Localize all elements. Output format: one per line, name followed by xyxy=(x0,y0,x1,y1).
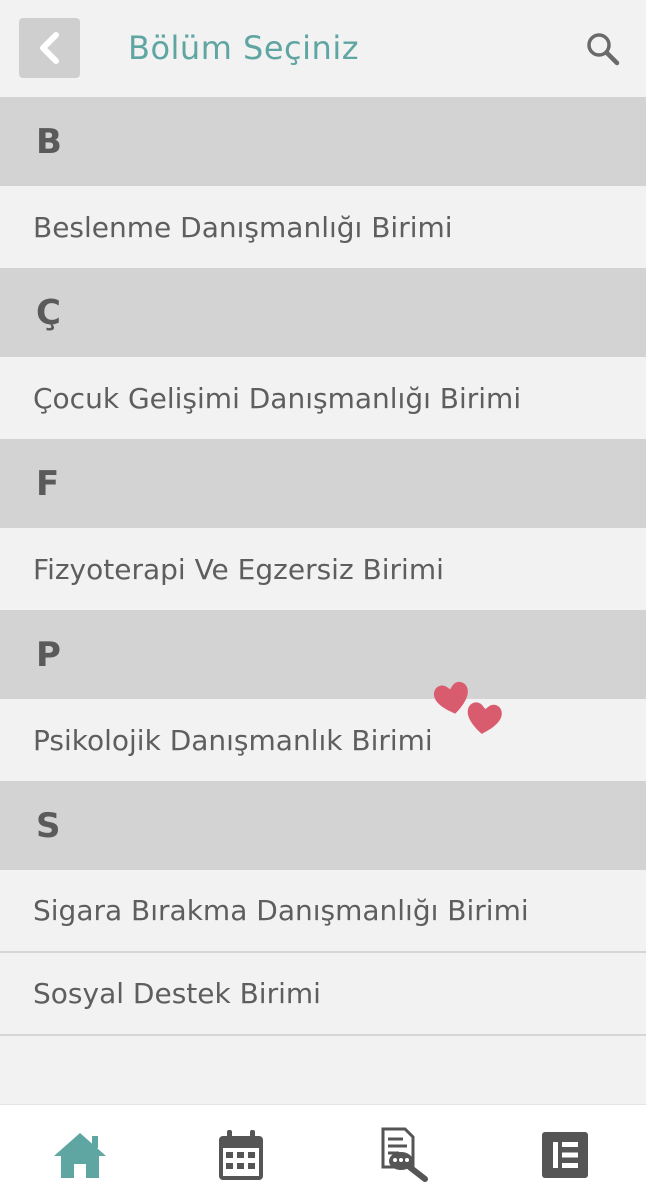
page-title: Bölüm Seçiniz xyxy=(128,29,359,67)
list-icon xyxy=(542,1132,588,1178)
nav-home[interactable] xyxy=(50,1125,110,1185)
nav-documents[interactable] xyxy=(373,1125,433,1185)
nav-list[interactable] xyxy=(535,1125,595,1185)
search-button[interactable] xyxy=(582,28,624,70)
list-item[interactable]: Çocuk Gelişimi Danışmanlığı Birimi xyxy=(0,357,646,439)
search-icon xyxy=(587,33,620,66)
documents-icon xyxy=(381,1127,428,1182)
back-button[interactable] xyxy=(19,18,80,78)
list-item[interactable]: Sigara Bırakma Danışmanlığı Birimi xyxy=(0,870,646,953)
list-item[interactable]: Beslenme Danışmanlığı Birimi xyxy=(0,186,646,268)
section-header: S xyxy=(0,781,646,870)
section-header: Ç xyxy=(0,268,646,357)
chevron-left-icon xyxy=(39,32,59,64)
nav-calendar[interactable] xyxy=(211,1125,271,1185)
list-item[interactable]: Fizyoterapi Ve Egzersiz Birimi xyxy=(0,528,646,610)
department-list: B Beslenme Danışmanlığı Birimi Ç Çocuk G… xyxy=(0,97,646,1036)
section-header: B xyxy=(0,97,646,186)
home-icon xyxy=(54,1133,106,1178)
app-bar: Bölüm Seçiniz xyxy=(0,0,646,97)
list-item[interactable]: Psikolojik Danışmanlık Birimi xyxy=(0,699,646,781)
bottom-nav xyxy=(0,1104,646,1200)
calendar-icon xyxy=(219,1130,263,1180)
list-item[interactable]: Sosyal Destek Birimi xyxy=(0,953,646,1036)
hearts-icon xyxy=(433,681,502,734)
section-header: P xyxy=(0,610,646,699)
section-header: F xyxy=(0,439,646,528)
